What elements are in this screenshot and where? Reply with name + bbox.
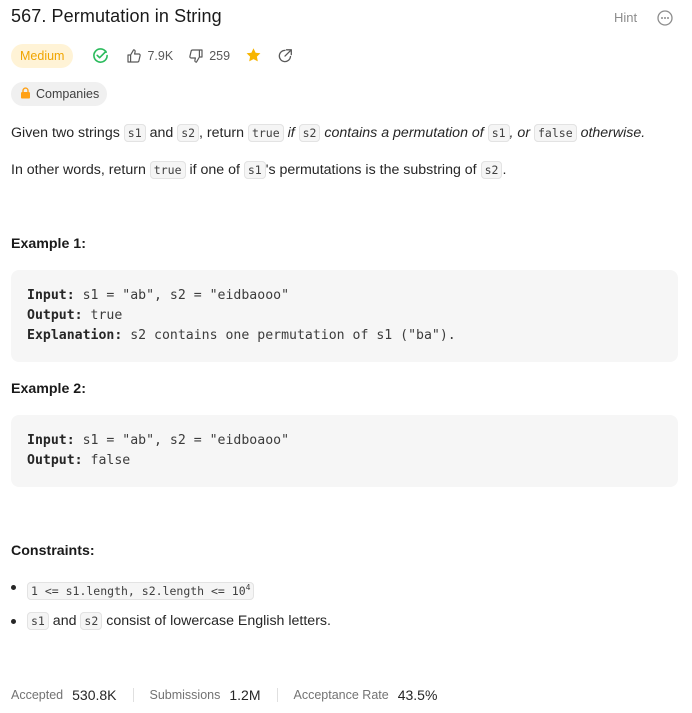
inline-code: s2: [177, 124, 200, 142]
constraints-heading: Constraints:: [11, 543, 95, 559]
submissions-value: 1.2M: [229, 687, 261, 703]
more-options-icon[interactable]: [657, 10, 673, 26]
acceptance-rate-value: 43.5%: [397, 687, 438, 703]
bullet-dot: [11, 619, 16, 624]
text-run: In other words, return: [11, 162, 150, 178]
example-line: Output: false: [27, 453, 131, 468]
companies-label: Companies: [36, 87, 100, 101]
text-run: 's permutations is the substring of: [265, 162, 481, 178]
example-line: Explanation: s2 contains one permutation…: [27, 328, 456, 343]
thumbs-up-icon: [126, 48, 142, 64]
dislike-button[interactable]: 259: [188, 48, 230, 64]
stats-bar: Accepted 530.8K Submissions 1.2M Accepta…: [11, 687, 437, 703]
problem-title: 567. Permutation in String: [11, 6, 222, 26]
lock-icon: [20, 86, 36, 102]
example-1-heading: Example 1:: [11, 236, 86, 252]
description-paragraph-2: In other words, return true if one of s1…: [11, 160, 506, 180]
like-count: 7.9K: [147, 48, 174, 63]
inline-code: false: [534, 124, 577, 142]
divider: [132, 688, 134, 702]
constraint-2: s1 and s2 consist of lowercase English l…: [27, 611, 331, 631]
text-run: if: [283, 125, 299, 141]
text-run: Given two strings: [11, 125, 124, 141]
example-line: Input: s1 = "ab", s2 = "eidbaooo": [27, 288, 290, 303]
accepted-label: Accepted: [11, 688, 64, 702]
example-line: Output: true: [27, 308, 123, 323]
share-icon[interactable]: [277, 48, 293, 64]
acceptance-rate-label: Acceptance Rate: [293, 688, 389, 702]
dislike-count: 259: [209, 48, 231, 63]
example-line: Input: s1 = "ab", s2 = "eidboaoo": [27, 433, 290, 448]
constraint-1: 1 <= s1.length, s2.length <= 104: [27, 578, 255, 601]
favorite-star-icon[interactable]: [245, 47, 262, 64]
inline-code: true: [247, 124, 284, 142]
example-2-block: Input: s1 = "ab", s2 = "eidboaoo" Output…: [11, 415, 678, 487]
example-2-heading: Example 2:: [11, 381, 86, 397]
text-run: .: [502, 162, 507, 178]
text-run: , or: [509, 125, 534, 141]
thumbs-down-icon: [188, 48, 204, 64]
companies-tag[interactable]: Companies: [11, 82, 108, 106]
accepted-value: 530.8K: [72, 687, 117, 703]
inline-code: true: [149, 161, 186, 179]
inline-code: s2: [80, 612, 103, 630]
text-run: contains a permutation of: [320, 125, 488, 141]
inline-code: s2: [480, 161, 503, 179]
inline-code: s1: [27, 612, 49, 630]
text-run: and: [145, 125, 178, 141]
hint-button[interactable]: Hint: [614, 10, 637, 25]
text-run: if one of: [185, 162, 244, 178]
divider: [276, 688, 278, 702]
like-button[interactable]: 7.9K: [126, 48, 173, 64]
inline-code: s1: [487, 124, 510, 142]
solved-icon: [92, 47, 109, 64]
inline-code: s2: [298, 124, 321, 142]
bullet-dot: [11, 585, 16, 590]
text-run: otherwise.: [576, 125, 646, 141]
inline-code: s1: [243, 161, 266, 179]
problem-meta-row: Medium 7.9K 259: [11, 43, 293, 68]
difficulty-badge: Medium: [11, 43, 74, 68]
example-1-block: Input: s1 = "ab", s2 = "eidbaooo" Output…: [11, 270, 678, 362]
text-run: and: [48, 613, 81, 629]
submissions-label: Submissions: [149, 688, 221, 702]
text-run: consist of lowercase English letters.: [102, 613, 331, 629]
description-paragraph-1: Given two strings s1 and s2, return true…: [11, 123, 645, 143]
text-run: , return: [199, 125, 248, 141]
inline-code: s1: [123, 124, 146, 142]
